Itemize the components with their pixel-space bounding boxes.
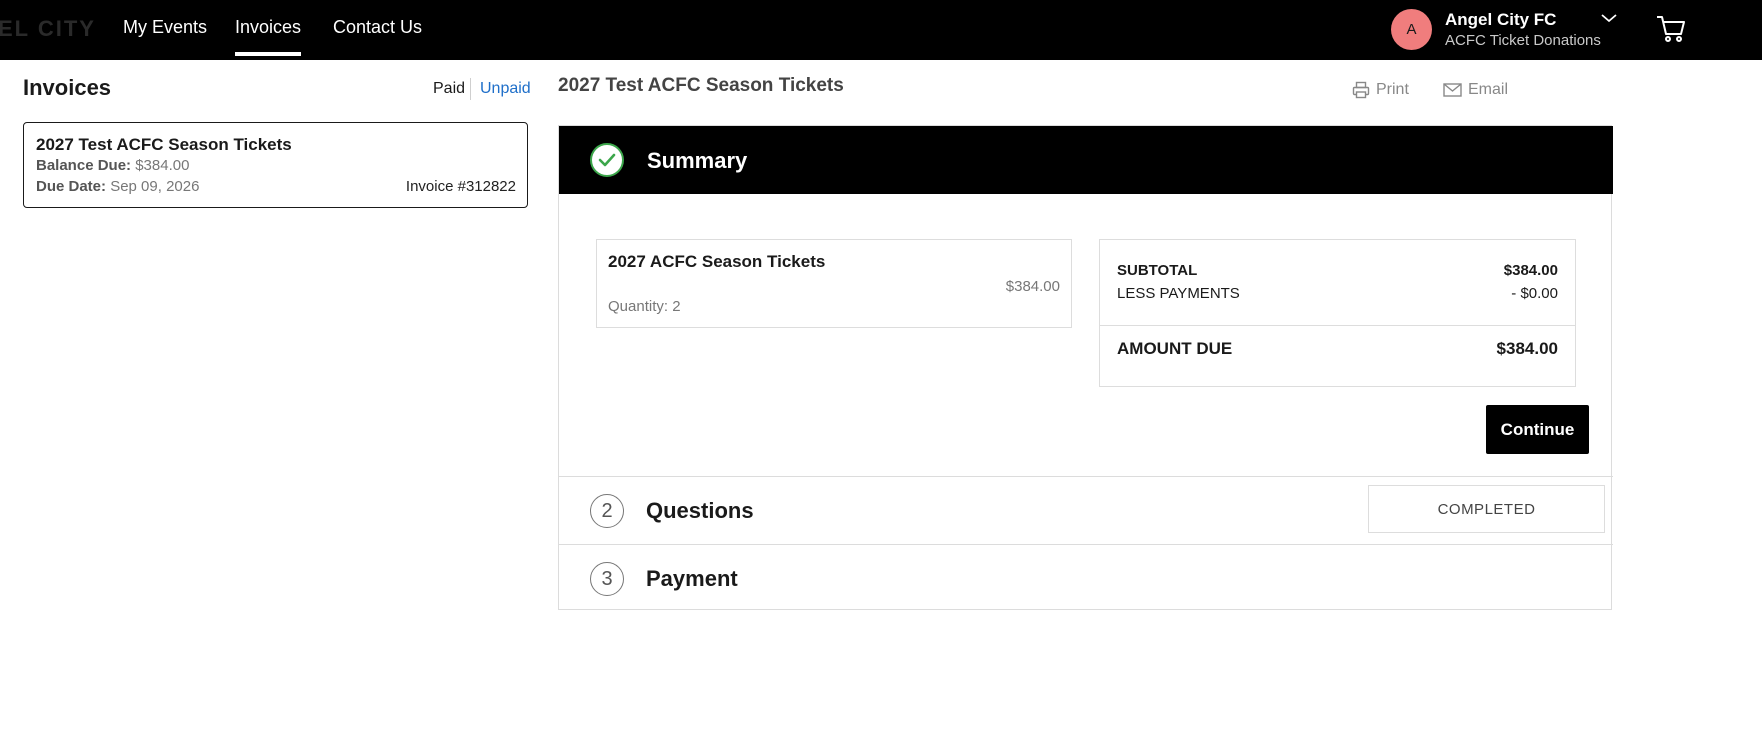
printer-icon bbox=[1352, 81, 1370, 99]
nav-contact-us[interactable]: Contact Us bbox=[333, 17, 422, 38]
avatar[interactable]: A bbox=[1391, 9, 1432, 50]
invoice-due-date: Due Date: Sep 09, 2026 bbox=[36, 178, 199, 195]
top-nav-bar: EL CITY My Events Invoices Contact Us A … bbox=[0, 0, 1762, 60]
continue-button[interactable]: Continue bbox=[1486, 405, 1589, 454]
step-payment[interactable]: 3 Payment bbox=[559, 544, 1613, 612]
line-item-quantity: Quantity: 2 bbox=[608, 298, 681, 315]
line-item-price: $384.00 bbox=[1005, 278, 1060, 295]
line-item: 2027 ACFC Season Tickets $384.00 Quantit… bbox=[596, 239, 1072, 328]
account-subtitle: ACFC Ticket Donations bbox=[1445, 32, 1601, 49]
check-icon bbox=[590, 143, 624, 177]
amount-due-value: $384.00 bbox=[1496, 339, 1558, 358]
filter-divider bbox=[470, 78, 471, 100]
less-payments-value: - $0.00 bbox=[1511, 285, 1558, 302]
less-payments-row: LESS PAYMENTS - $0.00 bbox=[1117, 285, 1558, 302]
less-payments-label: LESS PAYMENTS bbox=[1117, 285, 1240, 302]
cart-icon[interactable] bbox=[1655, 12, 1687, 44]
email-button[interactable]: Email bbox=[1443, 81, 1508, 99]
checkout-panel: Summary 2027 ACFC Season Tickets $384.00… bbox=[558, 125, 1613, 612]
totals-box: SUBTOTAL $384.00 LESS PAYMENTS - $0.00 A… bbox=[1099, 239, 1576, 387]
print-label: Print bbox=[1376, 81, 1409, 98]
subtotal-value: $384.00 bbox=[1503, 262, 1558, 279]
chevron-down-icon[interactable] bbox=[1600, 11, 1618, 25]
step-questions[interactable]: 2 Questions COMPLETED bbox=[559, 476, 1613, 544]
invoice-card[interactable]: 2027 Test ACFC Season Tickets Balance Du… bbox=[23, 122, 528, 208]
print-button[interactable]: Print bbox=[1352, 81, 1409, 99]
nav-my-events[interactable]: My Events bbox=[123, 17, 207, 38]
nav-invoices[interactable]: Invoices bbox=[235, 17, 302, 56]
step-payment-label: Payment bbox=[646, 566, 738, 591]
filter-unpaid[interactable]: Unpaid bbox=[480, 80, 531, 98]
line-item-name: 2027 ACFC Season Tickets bbox=[608, 252, 826, 271]
totals-divider bbox=[1100, 325, 1575, 326]
step-number-2: 2 bbox=[590, 494, 624, 528]
step-questions-label: Questions bbox=[646, 498, 754, 523]
brand-logo[interactable]: EL CITY bbox=[0, 16, 96, 42]
subtotal-label: SUBTOTAL bbox=[1117, 262, 1198, 279]
summary-step-header[interactable]: Summary bbox=[559, 126, 1613, 194]
invoice-due-label: Due Date: bbox=[36, 178, 107, 195]
subtotal-row: SUBTOTAL $384.00 bbox=[1117, 262, 1558, 279]
invoice-balance: Balance Due: $384.00 bbox=[36, 157, 189, 174]
status-badge: COMPLETED bbox=[1368, 485, 1605, 533]
summary-label: Summary bbox=[647, 148, 748, 173]
invoice-balance-value: $384.00 bbox=[135, 157, 190, 174]
email-label: Email bbox=[1468, 81, 1509, 98]
amount-due-row: AMOUNT DUE $384.00 bbox=[1117, 339, 1558, 359]
invoice-due-value: Sep 09, 2026 bbox=[110, 178, 200, 195]
invoice-card-title: 2027 Test ACFC Season Tickets bbox=[36, 135, 292, 154]
account-name[interactable]: Angel City FC bbox=[1445, 10, 1556, 30]
amount-due-label: AMOUNT DUE bbox=[1117, 339, 1233, 358]
sidebar-title: Invoices bbox=[23, 75, 112, 100]
invoice-number: Invoice #312822 bbox=[405, 178, 516, 195]
envelope-icon bbox=[1443, 83, 1462, 97]
invoice-balance-label: Balance Due: bbox=[36, 157, 132, 174]
step-number-3: 3 bbox=[590, 562, 624, 596]
page-title: 2027 Test ACFC Season Tickets bbox=[558, 75, 844, 96]
filter-paid[interactable]: Paid bbox=[433, 80, 465, 98]
